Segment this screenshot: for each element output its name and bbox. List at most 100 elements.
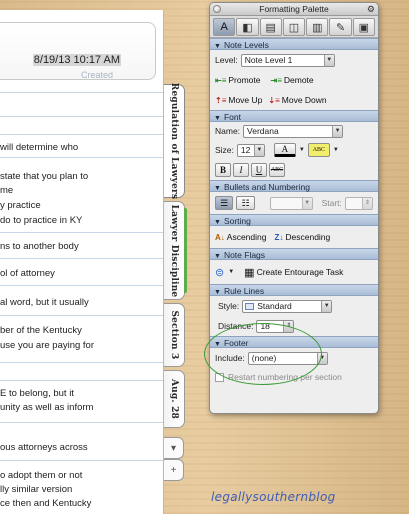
note-line[interactable]: ns to another body xyxy=(0,241,163,253)
chevron-down-icon: ▾ xyxy=(170,442,177,454)
text-style-row: B I U ABC xyxy=(210,160,378,180)
create-entourage-task-button[interactable]: ▦ Create Entourage Task xyxy=(244,266,343,279)
note-line[interactable]: ous attorneys across xyxy=(0,442,163,454)
scrapbook-tab[interactable]: ▤ xyxy=(259,18,282,36)
note-line[interactable]: y practice xyxy=(0,200,163,212)
gear-icon[interactable]: ⚙ xyxy=(367,3,375,16)
note-line[interactable]: ce then and Kentucky xyxy=(0,498,163,510)
shapes-icon: ◧ xyxy=(242,21,253,34)
underline-button[interactable]: U xyxy=(251,163,267,177)
section-bullets-numbering[interactable]: ▼ Bullets and Numbering xyxy=(210,180,378,192)
note-flag-icon[interactable]: ⊜ xyxy=(215,266,224,279)
sort-descending-icon: Z↓ xyxy=(274,232,284,242)
italic-button[interactable]: I xyxy=(233,163,249,177)
section-rule-lines[interactable]: ▼ Rule Lines xyxy=(210,284,378,296)
note-line[interactable]: ber of the Kentucky xyxy=(0,325,163,337)
add-section-button[interactable]: + xyxy=(164,459,184,481)
bold-button[interactable]: B xyxy=(215,163,231,177)
notebook-page[interactable]: 8/19/13 10:17 AM Created will determine … xyxy=(0,10,164,514)
sort-ascending-button[interactable]: A↓ Ascending xyxy=(215,232,266,242)
numbering-button[interactable]: ☷ xyxy=(236,196,255,210)
promote-button[interactable]: ⇤≡ Promote xyxy=(215,75,261,85)
section-sorting[interactable]: ▼ Sorting xyxy=(210,214,378,226)
section-note-levels[interactable]: ▼ Note Levels xyxy=(210,38,378,50)
palette-titlebar[interactable]: Formatting Palette ⚙ xyxy=(210,3,378,16)
note-line[interactable]: me xyxy=(0,185,163,197)
palette-title: Formatting Palette xyxy=(259,4,329,14)
font-size-row: Size: 12 ▼ A ▼ ABC ▼ xyxy=(210,140,378,160)
chevron-down-icon[interactable]: ▼ xyxy=(333,147,339,153)
font-name-row: Name: Verdana ▼ xyxy=(210,122,378,140)
project-palette-tab[interactable]: ▥ xyxy=(306,18,329,36)
bullets-button[interactable]: ☰ xyxy=(215,196,234,210)
note-line[interactable]: unity as well as inform xyxy=(0,402,163,414)
chevron-down-icon[interactable]: ▼ xyxy=(299,147,305,153)
chevron-down-icon[interactable]: ▼ xyxy=(228,269,234,275)
font-name-label: Name: xyxy=(215,126,241,136)
font-name-select[interactable]: Verdana ▼ xyxy=(243,124,344,138)
move-row: ⇡≡ Move Up ⇣≡ Move Down xyxy=(210,90,378,110)
move-up-button[interactable]: ⇡≡ Move Up xyxy=(215,95,262,105)
note-line[interactable]: E to belong, but it xyxy=(0,388,163,400)
note-line[interactable]: will determine who xyxy=(0,142,163,154)
note-line[interactable]: state that you plan to xyxy=(0,171,163,183)
rule-line xyxy=(0,315,163,316)
rule-line xyxy=(0,460,163,461)
close-icon[interactable] xyxy=(213,5,221,13)
plus-icon: + xyxy=(170,464,177,476)
tab-regulation-of-lawyers[interactable]: Regulation of Lawyers xyxy=(164,83,185,199)
wrench-icon: ✎ xyxy=(335,21,346,34)
tab-color-stripe xyxy=(184,208,187,293)
bullet-style-select[interactable]: ▼ xyxy=(269,196,313,210)
rule-style-swatch-icon xyxy=(245,302,255,310)
rule-line xyxy=(0,422,163,423)
rule-line xyxy=(0,285,163,286)
move-up-icon: ⇡≡ xyxy=(215,95,227,105)
disclosure-triangle-icon: ▼ xyxy=(214,289,221,296)
note-line[interactable]: al word, but it usually xyxy=(0,297,163,309)
note-line[interactable]: lly similar version xyxy=(0,484,163,496)
strikethrough-button[interactable]: ABC xyxy=(269,163,285,177)
level-select[interactable]: Note Level 1 ▼ xyxy=(240,53,335,67)
rule-line xyxy=(0,232,163,233)
section-note-flags[interactable]: ▼ Note Flags xyxy=(210,248,378,260)
formatting-palette-tab[interactable]: A xyxy=(213,18,236,36)
note-line[interactable]: o adopt them or not xyxy=(0,470,163,482)
compatibility-tab[interactable]: ▣ xyxy=(352,18,375,36)
watermark: legallysouthernblog xyxy=(211,490,336,504)
chevron-down-icon: ▼ xyxy=(301,197,312,209)
note-line[interactable]: do to practice in KY xyxy=(0,215,163,227)
promote-icon: ⇤≡ xyxy=(215,75,227,85)
highlight-button[interactable]: ABC xyxy=(307,143,330,157)
style-label: Style: xyxy=(218,301,240,311)
toolbox-tab[interactable]: ✎ xyxy=(329,18,352,36)
note-date: 8/19/13 10:17 AM xyxy=(32,54,121,66)
note-line[interactable]: ol of attorney xyxy=(0,268,163,280)
tabs-scroll-down-button[interactable]: ▾ xyxy=(164,437,184,459)
move-down-icon: ⇣≡ xyxy=(268,95,280,105)
rule-line xyxy=(0,92,163,93)
note-line[interactable]: use you are paying for xyxy=(0,340,163,352)
move-down-button[interactable]: ⇣≡ Move Down xyxy=(268,95,326,105)
font-size-select[interactable]: 12 ▼ xyxy=(236,143,265,157)
annotation-circle xyxy=(204,323,322,385)
object-palette-tab[interactable]: ◧ xyxy=(236,18,259,36)
scrapbook-icon: ▤ xyxy=(265,21,276,34)
text-format-icon: A xyxy=(220,21,228,33)
disclosure-triangle-icon: ▼ xyxy=(214,115,221,122)
tab-aug-28[interactable]: Aug. 28 xyxy=(164,370,185,428)
rule-style-select[interactable]: Standard ▼ xyxy=(242,299,333,313)
demote-button[interactable]: ⇥≡ Demote xyxy=(271,75,314,85)
font-color-button[interactable]: A xyxy=(273,143,296,157)
reference-icon: ◫ xyxy=(288,21,300,34)
reference-tools-tab[interactable]: ◫ xyxy=(282,18,306,36)
rule-line xyxy=(0,134,163,135)
tab-label: Section 3 xyxy=(169,310,179,360)
chevron-down-icon: ▼ xyxy=(332,125,343,137)
start-number-input[interactable]: ⇕ xyxy=(344,196,373,210)
sort-descending-button[interactable]: Z↓ Descending xyxy=(274,232,330,242)
chevron-down-icon: ▼ xyxy=(253,144,264,156)
tab-lawyer-discipline[interactable]: Lawyer Discipline xyxy=(164,201,187,300)
tab-section-3[interactable]: Section 3 xyxy=(164,303,185,367)
section-font[interactable]: ▼ Font xyxy=(210,110,378,122)
